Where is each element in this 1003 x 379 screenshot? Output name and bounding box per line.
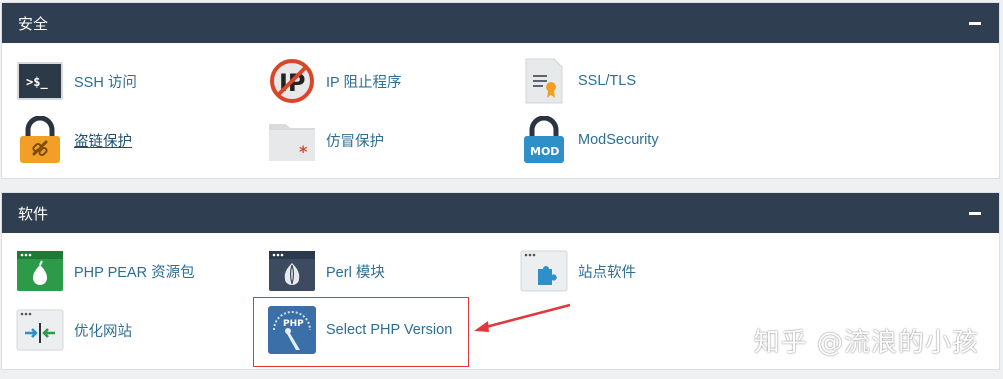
ip-blocker-icon: IP [268,57,316,105]
padlock-link-icon [16,115,64,164]
annotation-highlight-box [253,297,469,367]
ssh-access-label: SSH 访问 [74,74,137,91]
optimize-website-label: 优化网站 [74,323,132,340]
ssl-tls-item[interactable]: SSL/TLS [520,57,636,105]
perl-onion-icon [268,247,316,295]
modsecurity-label: ModSecurity [578,132,659,148]
ip-blocker-item[interactable]: IP IP 阻止程序 [268,57,401,105]
svg-text:MOD: MOD [530,145,559,158]
annotation-arrow-icon [474,303,571,332]
site-software-label: 站点软件 [578,264,636,281]
ssl-tls-label: SSL/TLS [578,73,637,89]
optimize-website-item[interactable]: 优化网站 [16,306,132,354]
php-pear-label: PHP PEAR 资源包 [74,264,195,281]
security-panel: 安全 [1,2,1000,179]
software-panel-header[interactable]: 软件 [2,193,999,233]
terminal-icon: >$_ [16,57,64,105]
leech-protection-label: 仿冒保护 [326,133,384,150]
ip-blocker-label: IP 阻止程序 [326,74,402,91]
security-panel-title: 安全 [18,15,49,33]
optimize-arrows-icon [16,306,64,354]
security-collapse-button[interactable] [967,15,983,31]
hotlink-protection-label: 盗链保护 [74,133,132,150]
software-collapse-button[interactable] [967,205,983,221]
hotlink-protection-item[interactable]: 盗链保护 [16,115,132,164]
padlock-mod-icon: MOD [520,115,568,164]
watermark: 知乎 @流浪的小孩 [753,328,979,358]
svg-text:>$_: >$_ [26,75,48,90]
ssh-access-item[interactable]: >$_ SSH 访问 [16,57,137,105]
site-software-item[interactable]: 站点软件 [520,247,636,295]
modsecurity-item[interactable]: MOD ModSecurity [520,115,659,164]
php-pear-icon [16,247,64,295]
perl-modules-label: Perl 模块 [326,264,385,281]
security-panel-header[interactable]: 安全 [2,3,999,43]
software-panel-title: 软件 [18,205,49,223]
folder-asterisk-icon: * [268,116,316,164]
leech-protection-item[interactable]: * 仿冒保护 [268,116,384,164]
puzzle-icon [520,247,568,295]
perl-modules-item[interactable]: Perl 模块 [268,247,385,295]
certificate-icon [520,57,568,105]
php-pear-item[interactable]: PHP PEAR 资源包 [16,247,195,295]
svg-text:*: * [299,142,308,161]
